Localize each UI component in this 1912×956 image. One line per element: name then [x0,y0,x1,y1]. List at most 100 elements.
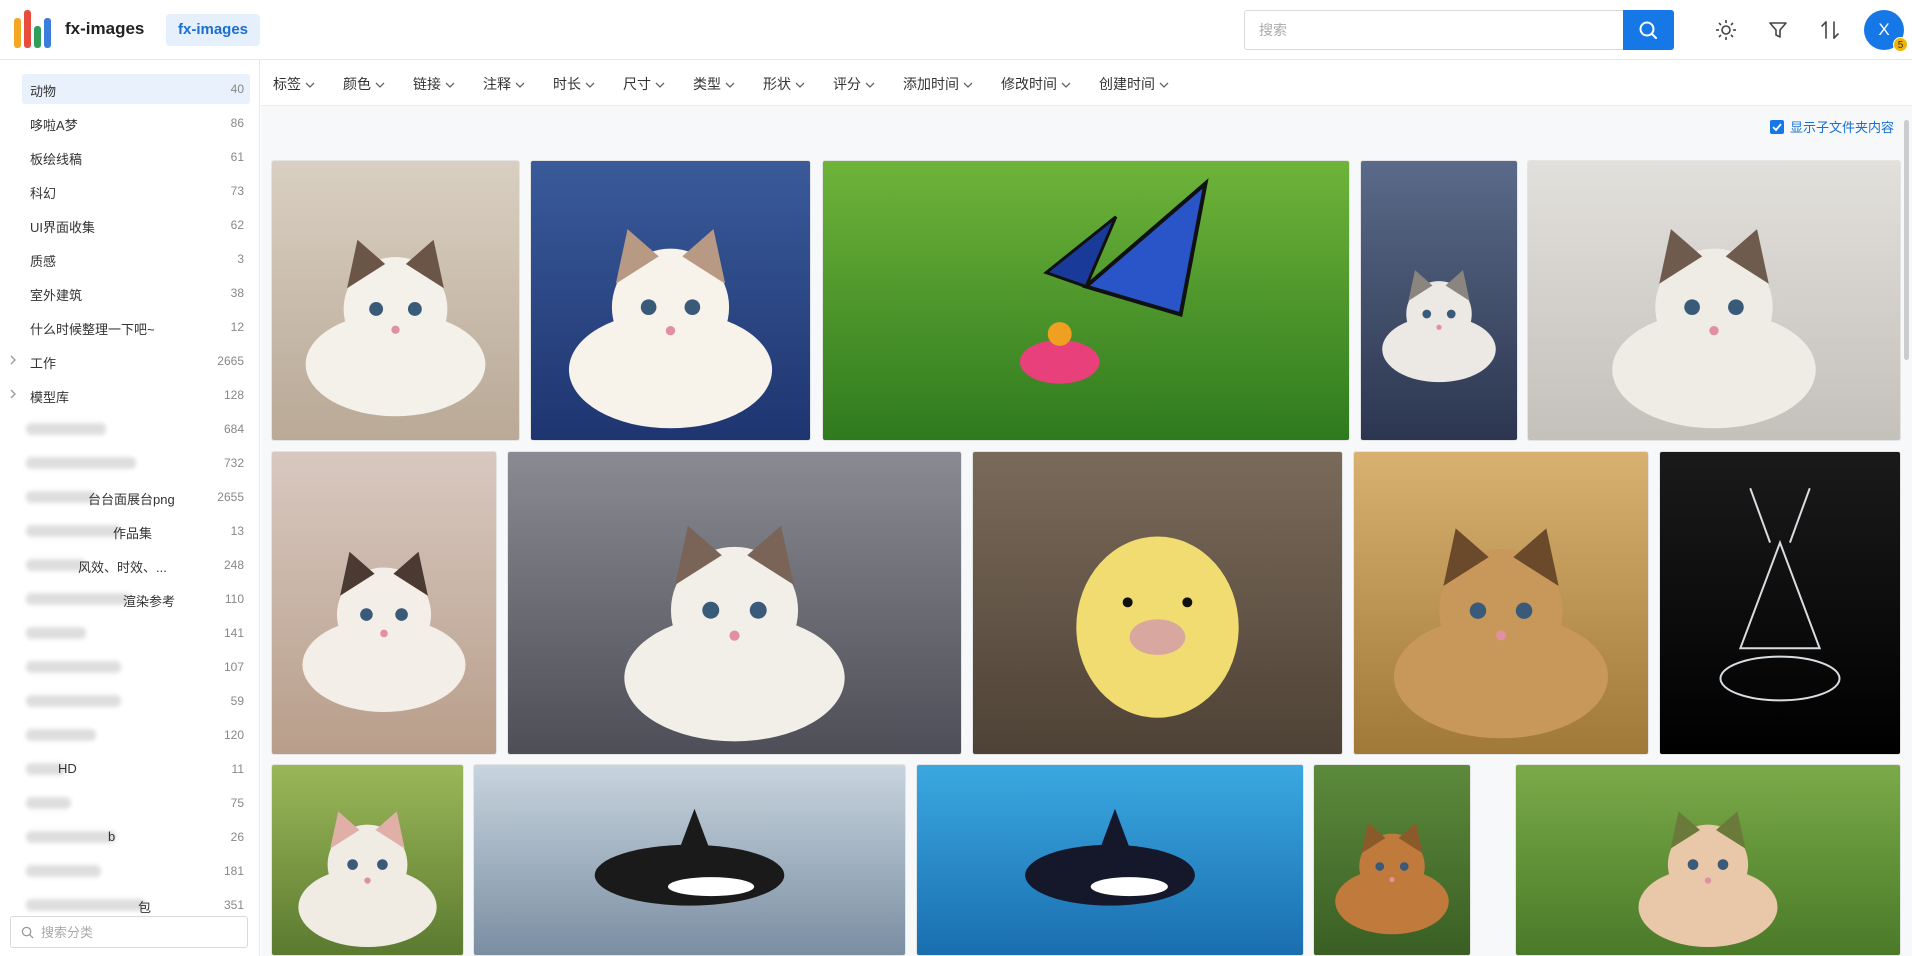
sidebar-folder-count: 12 [230,320,244,334]
sidebar-folder-item[interactable]: 室外建筑 38 [22,278,250,308]
image-preview [973,452,1342,754]
filter-dropdown[interactable]: 添加时间 [903,74,973,94]
filter-dropdown[interactable]: 时长 [553,74,595,94]
redacted-label [26,457,136,469]
scrollbar[interactable] [1904,120,1909,360]
sidebar-folder-item[interactable]: 科幻 73 [22,176,250,206]
sidebar-folder-label: HD [58,761,77,776]
image-preview [272,452,496,754]
sidebar-folder-item[interactable]: 台台面展台png 2655 [22,482,250,512]
search-field[interactable] [1244,10,1624,50]
filter-dropdown[interactable]: 颜色 [343,74,385,94]
chevron-right-icon[interactable] [8,355,18,365]
image-thumbnail[interactable] [271,451,497,755]
image-thumbnail[interactable] [822,160,1350,441]
image-thumbnail[interactable] [530,160,811,441]
sidebar-folder-item[interactable]: 75 [22,788,250,818]
sidebar-folder-item[interactable]: UI界面收集 62 [22,210,250,240]
sidebar-folder-item[interactable]: 什么时候整理一下吧~ 12 [22,312,250,342]
search-input[interactable] [1245,11,1623,49]
image-preview [531,161,810,440]
image-thumbnail[interactable] [1313,764,1471,956]
sidebar-folder-item[interactable]: HD 11 [22,754,250,784]
image-thumbnail[interactable] [1353,451,1649,755]
show-subfolder-toggle[interactable]: 显示子文件夹内容 [1770,117,1894,136]
redacted-label [26,831,116,843]
sidebar-folder-item[interactable]: 作品集 13 [22,516,250,546]
sidebar-folder-item[interactable]: 工作 2665 [10,346,250,376]
image-thumbnail[interactable] [473,764,906,956]
redacted-label [26,627,86,639]
filter-icon[interactable] [1766,18,1790,42]
sidebar-folder-item[interactable]: 107 [22,652,250,682]
subfolder-label: 显示子文件夹内容 [1790,120,1895,135]
sidebar-folder-item[interactable]: 59 [22,686,250,716]
image-thumbnail[interactable] [916,764,1304,956]
sort-icon[interactable] [1818,18,1842,42]
sidebar-folder-item[interactable]: 684 [22,414,250,444]
sidebar-folder-count: 2665 [217,354,244,368]
search-button[interactable] [1623,10,1674,50]
sidebar-folder-count: 62 [230,218,244,232]
filter-dropdown[interactable]: 类型 [693,74,735,94]
image-thumbnail[interactable] [1527,160,1901,441]
sidebar-folder-item[interactable]: 板绘线稿 61 [22,142,250,172]
sidebar-folder-item[interactable]: 120 [22,720,250,750]
sidebar-folder-count: 732 [223,456,244,470]
chevron-down-icon [515,82,525,89]
filter-dropdown[interactable]: 评分 [833,74,875,94]
category-search-input[interactable] [41,917,241,947]
redacted-label [26,423,106,435]
filter-label: 颜色 [343,76,371,92]
sidebar-folder-item[interactable]: 732 [22,448,250,478]
image-thumbnail[interactable] [1515,764,1901,956]
filter-dropdown[interactable]: 链接 [413,74,455,94]
library-tab[interactable]: fx-images [166,14,261,46]
chevron-right-icon[interactable] [8,389,18,399]
sidebar-folder-item[interactable]: 哆啦A梦 86 [22,108,250,138]
sidebar-folder-item[interactable]: 181 [22,856,250,886]
sidebar-folder-label: 渲染参考 [123,594,176,609]
sidebar-folder-item[interactable]: 模型库 128 [10,380,250,410]
image-thumbnail[interactable] [1659,451,1901,755]
image-preview [272,765,463,955]
filter-dropdown[interactable]: 注释 [483,74,525,94]
sidebar-folder-item[interactable]: 质感 3 [22,244,250,274]
image-thumbnail[interactable] [972,451,1343,755]
sidebar-folder-item[interactable]: 141 [22,618,250,648]
filter-label: 链接 [413,76,441,92]
sidebar-folder-count: 75 [230,796,244,810]
sidebar-folder-label: 模型库 [30,390,70,405]
app-title: fx-images [65,19,145,38]
filter-dropdown[interactable]: 创建时间 [1099,74,1169,94]
image-thumbnail[interactable] [271,764,464,956]
image-thumbnail[interactable] [1360,160,1518,441]
theme-sun-icon[interactable] [1714,18,1738,42]
chevron-down-icon [725,82,735,89]
sidebar-folder-item[interactable]: 渲染参考 110 [22,584,250,614]
sidebar-folder-item[interactable]: b 26 [22,822,250,852]
image-preview [1354,452,1648,754]
filter-bar: 标签 颜色 链接 注释 时长 尺寸 类型 形状 评分 添加时间 修改时间 创建时间 [261,60,1912,106]
filter-dropdown[interactable]: 修改时间 [1001,74,1071,94]
image-preview [474,765,905,955]
category-search-field[interactable] [10,916,248,948]
filter-dropdown[interactable]: 形状 [763,74,805,94]
folder-sidebar: 动物 40 哆啦A梦 86 板绘线稿 61 科幻 73 UI界面收集 62 质感 3 室外建筑 38 什么时… [0,60,260,956]
filter-dropdown[interactable]: 尺寸 [623,74,665,94]
filter-label: 类型 [693,76,721,92]
chevron-down-icon [865,82,875,89]
image-thumbnail[interactable] [507,451,962,755]
sidebar-folder-item[interactable]: 动物 40 [22,74,250,104]
sidebar-folder-count: 86 [230,116,244,130]
filter-dropdown[interactable]: 标签 [273,74,315,94]
sidebar-folder-count: 2655 [217,490,244,504]
subfolder-checkbox[interactable] [1770,120,1784,134]
filter-label: 形状 [763,76,791,92]
image-preview [823,161,1349,440]
image-thumbnail[interactable] [271,160,520,441]
sidebar-folder-item[interactable]: 风效、时效、... 248 [22,550,250,580]
sidebar-folder-count: 110 [224,592,244,606]
sidebar-folder-count: 141 [223,626,244,640]
sidebar-folder-count: 13 [230,524,244,538]
